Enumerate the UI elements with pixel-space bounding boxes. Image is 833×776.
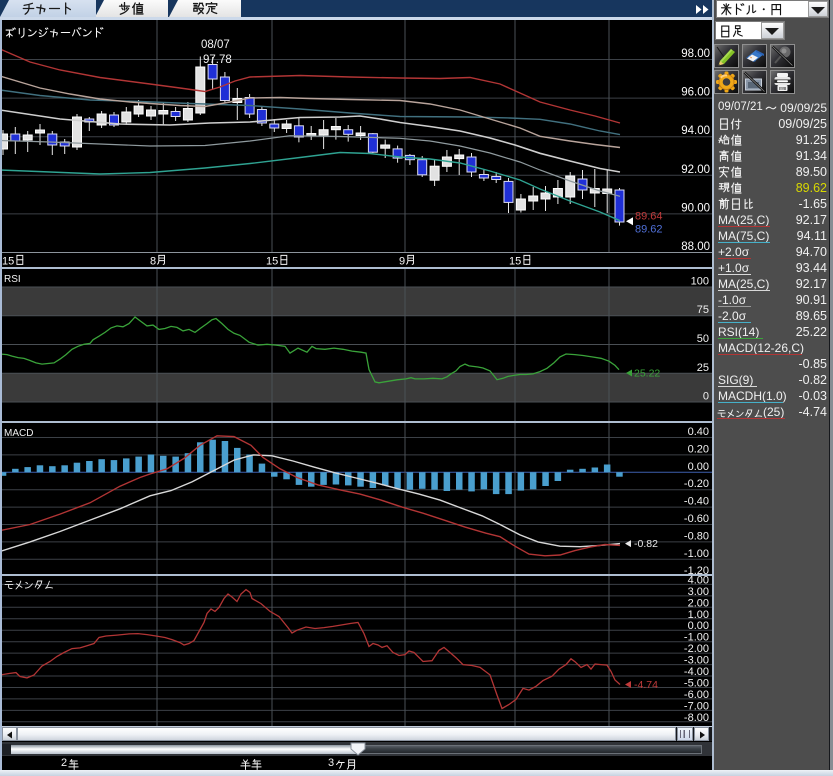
- svg-text:88.00: 88.00: [681, 241, 710, 253]
- svg-text:-8.00: -8.00: [684, 712, 709, 724]
- svg-text:-7.00: -7.00: [684, 700, 709, 712]
- svg-text:100: 100: [691, 276, 709, 288]
- svg-text:-3.00: -3.00: [684, 655, 709, 667]
- svg-text:4.00: 4.00: [688, 576, 709, 586]
- svg-text:15: 15: [266, 256, 278, 268]
- svg-text:RSI: RSI: [4, 274, 21, 285]
- svg-text:0.00: 0.00: [688, 620, 709, 632]
- svg-text:01: 01: [780, 87, 784, 91]
- svg-text:15: 15: [2, 256, 14, 268]
- svg-text:94.00: 94.00: [681, 125, 710, 137]
- svg-text:08/07: 08/07: [201, 39, 230, 51]
- svg-text:96.00: 96.00: [681, 87, 710, 99]
- svg-text:-1.20: -1.20: [684, 565, 709, 574]
- svg-text:9: 9: [399, 256, 405, 268]
- svg-text:50: 50: [697, 333, 709, 345]
- svg-text:92.00: 92.00: [681, 164, 710, 176]
- svg-text:-4.74: -4.74: [634, 679, 658, 691]
- svg-text:3.00: 3.00: [688, 586, 709, 598]
- svg-text:75: 75: [697, 304, 709, 316]
- svg-text:89.64: 89.64: [635, 211, 663, 223]
- svg-text:-0.82: -0.82: [634, 538, 658, 550]
- svg-text:-1.00: -1.00: [684, 632, 709, 644]
- svg-text:-6.00: -6.00: [684, 689, 709, 701]
- svg-text:MACD: MACD: [4, 428, 33, 439]
- svg-text:-1.00: -1.00: [684, 548, 709, 560]
- svg-text:-0.20: -0.20: [684, 478, 709, 490]
- svg-text:-0.60: -0.60: [684, 513, 709, 525]
- svg-text:-2.00: -2.00: [684, 643, 709, 655]
- svg-text:0: 0: [703, 391, 709, 403]
- svg-text:89.62: 89.62: [635, 224, 663, 236]
- svg-text:98.00: 98.00: [681, 48, 710, 60]
- svg-text:-0.80: -0.80: [684, 530, 709, 542]
- svg-text:15: 15: [509, 256, 521, 268]
- svg-text:90.00: 90.00: [681, 202, 710, 214]
- svg-text:0.40: 0.40: [688, 426, 709, 438]
- svg-text:-4.00: -4.00: [684, 666, 709, 678]
- svg-text:25.22: 25.22: [634, 368, 660, 380]
- svg-text:8: 8: [150, 256, 156, 268]
- svg-text:0.20: 0.20: [688, 443, 709, 455]
- svg-text:-0.40: -0.40: [684, 496, 709, 508]
- svg-text:0.00: 0.00: [688, 461, 709, 473]
- svg-text:25: 25: [697, 362, 709, 374]
- svg-text:-5.00: -5.00: [684, 678, 709, 690]
- svg-text:2.00: 2.00: [688, 597, 709, 609]
- svg-text:1.00: 1.00: [688, 609, 709, 621]
- svg-text:97.78: 97.78: [203, 54, 232, 66]
